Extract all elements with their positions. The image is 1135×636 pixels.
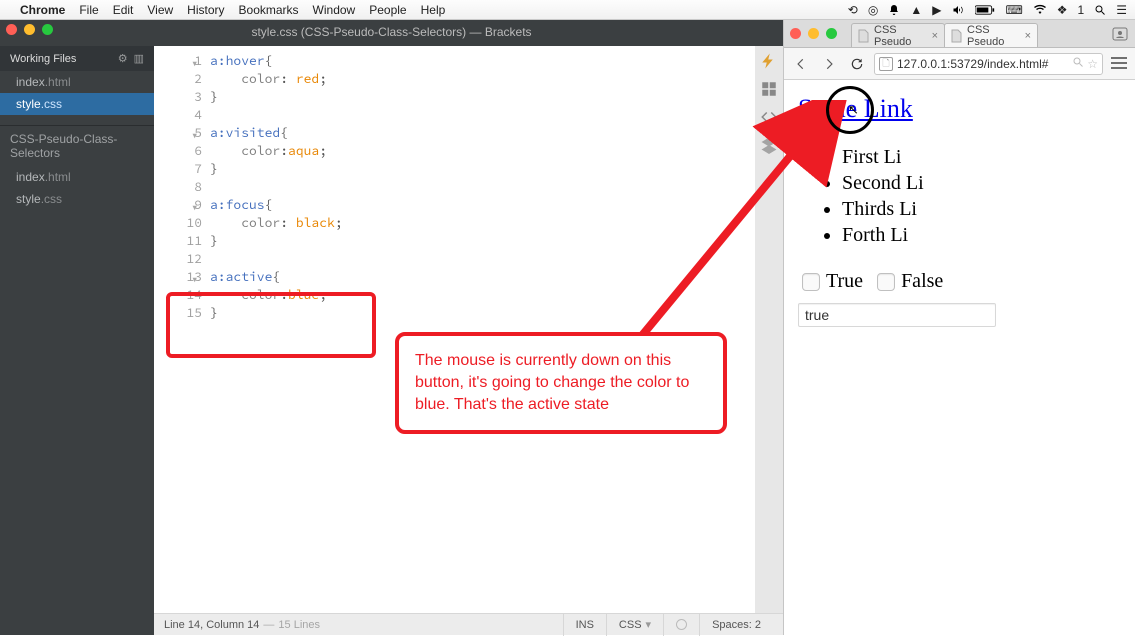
project-header[interactable]: CSS-Pseudo-Class-Selectors — [0, 125, 154, 166]
screencast-icon[interactable]: ⟲ — [848, 3, 858, 17]
menu-history[interactable]: History — [187, 3, 224, 17]
code-area[interactable]: a:hover{ color: red;}a:visited{ color:aq… — [210, 46, 755, 613]
bookmark-star-icon[interactable]: ☆ — [1087, 57, 1098, 71]
list-item: Thirds Li — [842, 196, 1121, 222]
brackets-right-rail — [755, 46, 783, 613]
wifi-icon[interactable] — [1033, 4, 1047, 16]
menubar-tray: ⟲ ◎ ▲ ▶ ⌨ ❖ 1 ☰ — [848, 3, 1127, 17]
lint-status[interactable] — [663, 614, 699, 636]
creative-cloud-icon[interactable]: ◎ — [868, 3, 878, 17]
tab-close-icon[interactable]: × — [1025, 30, 1031, 42]
code-tag-icon[interactable] — [760, 108, 778, 126]
zoom-icon[interactable] — [1072, 56, 1084, 71]
checkbox-true[interactable] — [802, 273, 820, 291]
url-text: 127.0.0.1:53729/index.html# — [897, 57, 1048, 71]
extensions-icon[interactable] — [760, 80, 778, 98]
play-icon[interactable]: ▶ — [932, 3, 941, 17]
notifications-icon[interactable]: ☰ — [1116, 3, 1127, 17]
working-file-index[interactable]: index.html — [0, 71, 154, 93]
working-files-header[interactable]: Working Files ⚙ ▥ — [0, 46, 154, 71]
tab-close-icon[interactable]: × — [932, 30, 938, 42]
page-icon — [951, 29, 963, 43]
browser-tab-1[interactable]: CSS Pseudo × — [851, 23, 945, 47]
checkbox-false[interactable] — [877, 273, 895, 291]
input-icon[interactable]: ❖ — [1057, 3, 1068, 17]
forward-button[interactable] — [818, 53, 840, 75]
menu-view[interactable]: View — [147, 3, 173, 17]
checkbox-true-label: True — [826, 270, 863, 293]
statusbar: Line 14, Column 14 — 15 Lines INS CSS▾ S… — [154, 613, 783, 635]
browser-tab-2[interactable]: CSS Pseudo × — [944, 23, 1038, 47]
brackets-sidebar: Working Files ⚙ ▥ index.html style.css C… — [0, 46, 154, 635]
rendered-page: Some Link First Li Second Li Thirds Li F… — [784, 80, 1135, 635]
brackets-window: style.css (CSS-Pseudo-Class-Selectors) —… — [0, 20, 783, 635]
spotlight-icon[interactable] — [1094, 4, 1106, 16]
live-preview-icon[interactable] — [760, 52, 778, 70]
address-bar[interactable]: 🗋 127.0.0.1:53729/index.html# ☆ — [874, 53, 1103, 75]
split-icon[interactable]: ▥ — [134, 52, 144, 65]
cursor-position[interactable]: Line 14, Column 14 — [164, 619, 259, 631]
tab-label: CSS Pseudo — [967, 24, 1025, 48]
chrome-zoom-button[interactable] — [826, 28, 837, 39]
list-item: First Li — [842, 144, 1121, 170]
working-file-style[interactable]: style.css — [0, 93, 154, 115]
reload-button[interactable] — [846, 53, 868, 75]
back-button[interactable] — [790, 53, 812, 75]
layers-icon[interactable] — [760, 136, 778, 154]
chrome-window: CSS Pseudo × CSS Pseudo × 🗋 127.0.0.1:53… — [783, 20, 1135, 635]
bell-icon[interactable] — [888, 4, 900, 16]
chrome-minimize-button[interactable] — [808, 28, 819, 39]
menu-bookmarks[interactable]: Bookmarks — [239, 3, 299, 17]
gdrive-icon[interactable]: ▲ — [910, 3, 922, 17]
line-count: 15 Lines — [278, 619, 320, 631]
window-title: style.css (CSS-Pseudo-Class-Selectors) —… — [0, 20, 783, 44]
insert-mode[interactable]: INS — [563, 614, 606, 636]
menu-window[interactable]: Window — [313, 3, 356, 17]
line-gutter: 123456789101112131415 — [154, 46, 210, 613]
volume-icon[interactable] — [951, 4, 965, 16]
menu-file[interactable]: File — [79, 3, 98, 17]
menu-help[interactable]: Help — [421, 3, 446, 17]
chrome-tabstrip: CSS Pseudo × CSS Pseudo × — [784, 20, 1135, 48]
language-mode[interactable]: CSS▾ — [606, 614, 663, 636]
working-files-label: Working Files — [10, 53, 76, 65]
demo-list: First Li Second Li Thirds Li Forth Li — [842, 144, 1121, 248]
chrome-toolbar: 🗋 127.0.0.1:53729/index.html# ☆ — [784, 48, 1135, 80]
indent-setting[interactable]: Spaces: 2 — [699, 614, 773, 636]
code-editor[interactable]: 123456789101112131415 a:hover{ color: re… — [154, 46, 755, 613]
list-item: Second Li — [842, 170, 1121, 196]
battery-icon[interactable] — [975, 5, 995, 15]
page-icon — [858, 29, 870, 43]
tab-label: CSS Pseudo — [874, 24, 932, 48]
demo-link[interactable]: Some Link — [798, 94, 913, 123]
avatar-menu-button[interactable] — [1111, 26, 1129, 42]
list-item: Forth Li — [842, 222, 1121, 248]
checkbox-false-label: False — [901, 270, 943, 293]
macos-menubar: Chrome File Edit View History Bookmarks … — [0, 0, 1135, 20]
menu-people[interactable]: People — [369, 3, 406, 17]
project-file-style[interactable]: style.css — [0, 188, 154, 210]
project-file-index[interactable]: index.html — [0, 166, 154, 188]
text-input[interactable] — [798, 303, 996, 327]
clock-text[interactable]: 1 — [1078, 3, 1085, 17]
chrome-menu-button[interactable] — [1109, 54, 1129, 74]
chrome-close-button[interactable] — [790, 28, 801, 39]
keyboard-icon[interactable]: ⌨ — [1005, 3, 1022, 17]
app-name[interactable]: Chrome — [20, 3, 65, 17]
site-info-icon[interactable]: 🗋 — [879, 57, 893, 71]
gear-icon[interactable]: ⚙ — [118, 52, 128, 65]
menu-edit[interactable]: Edit — [113, 3, 134, 17]
